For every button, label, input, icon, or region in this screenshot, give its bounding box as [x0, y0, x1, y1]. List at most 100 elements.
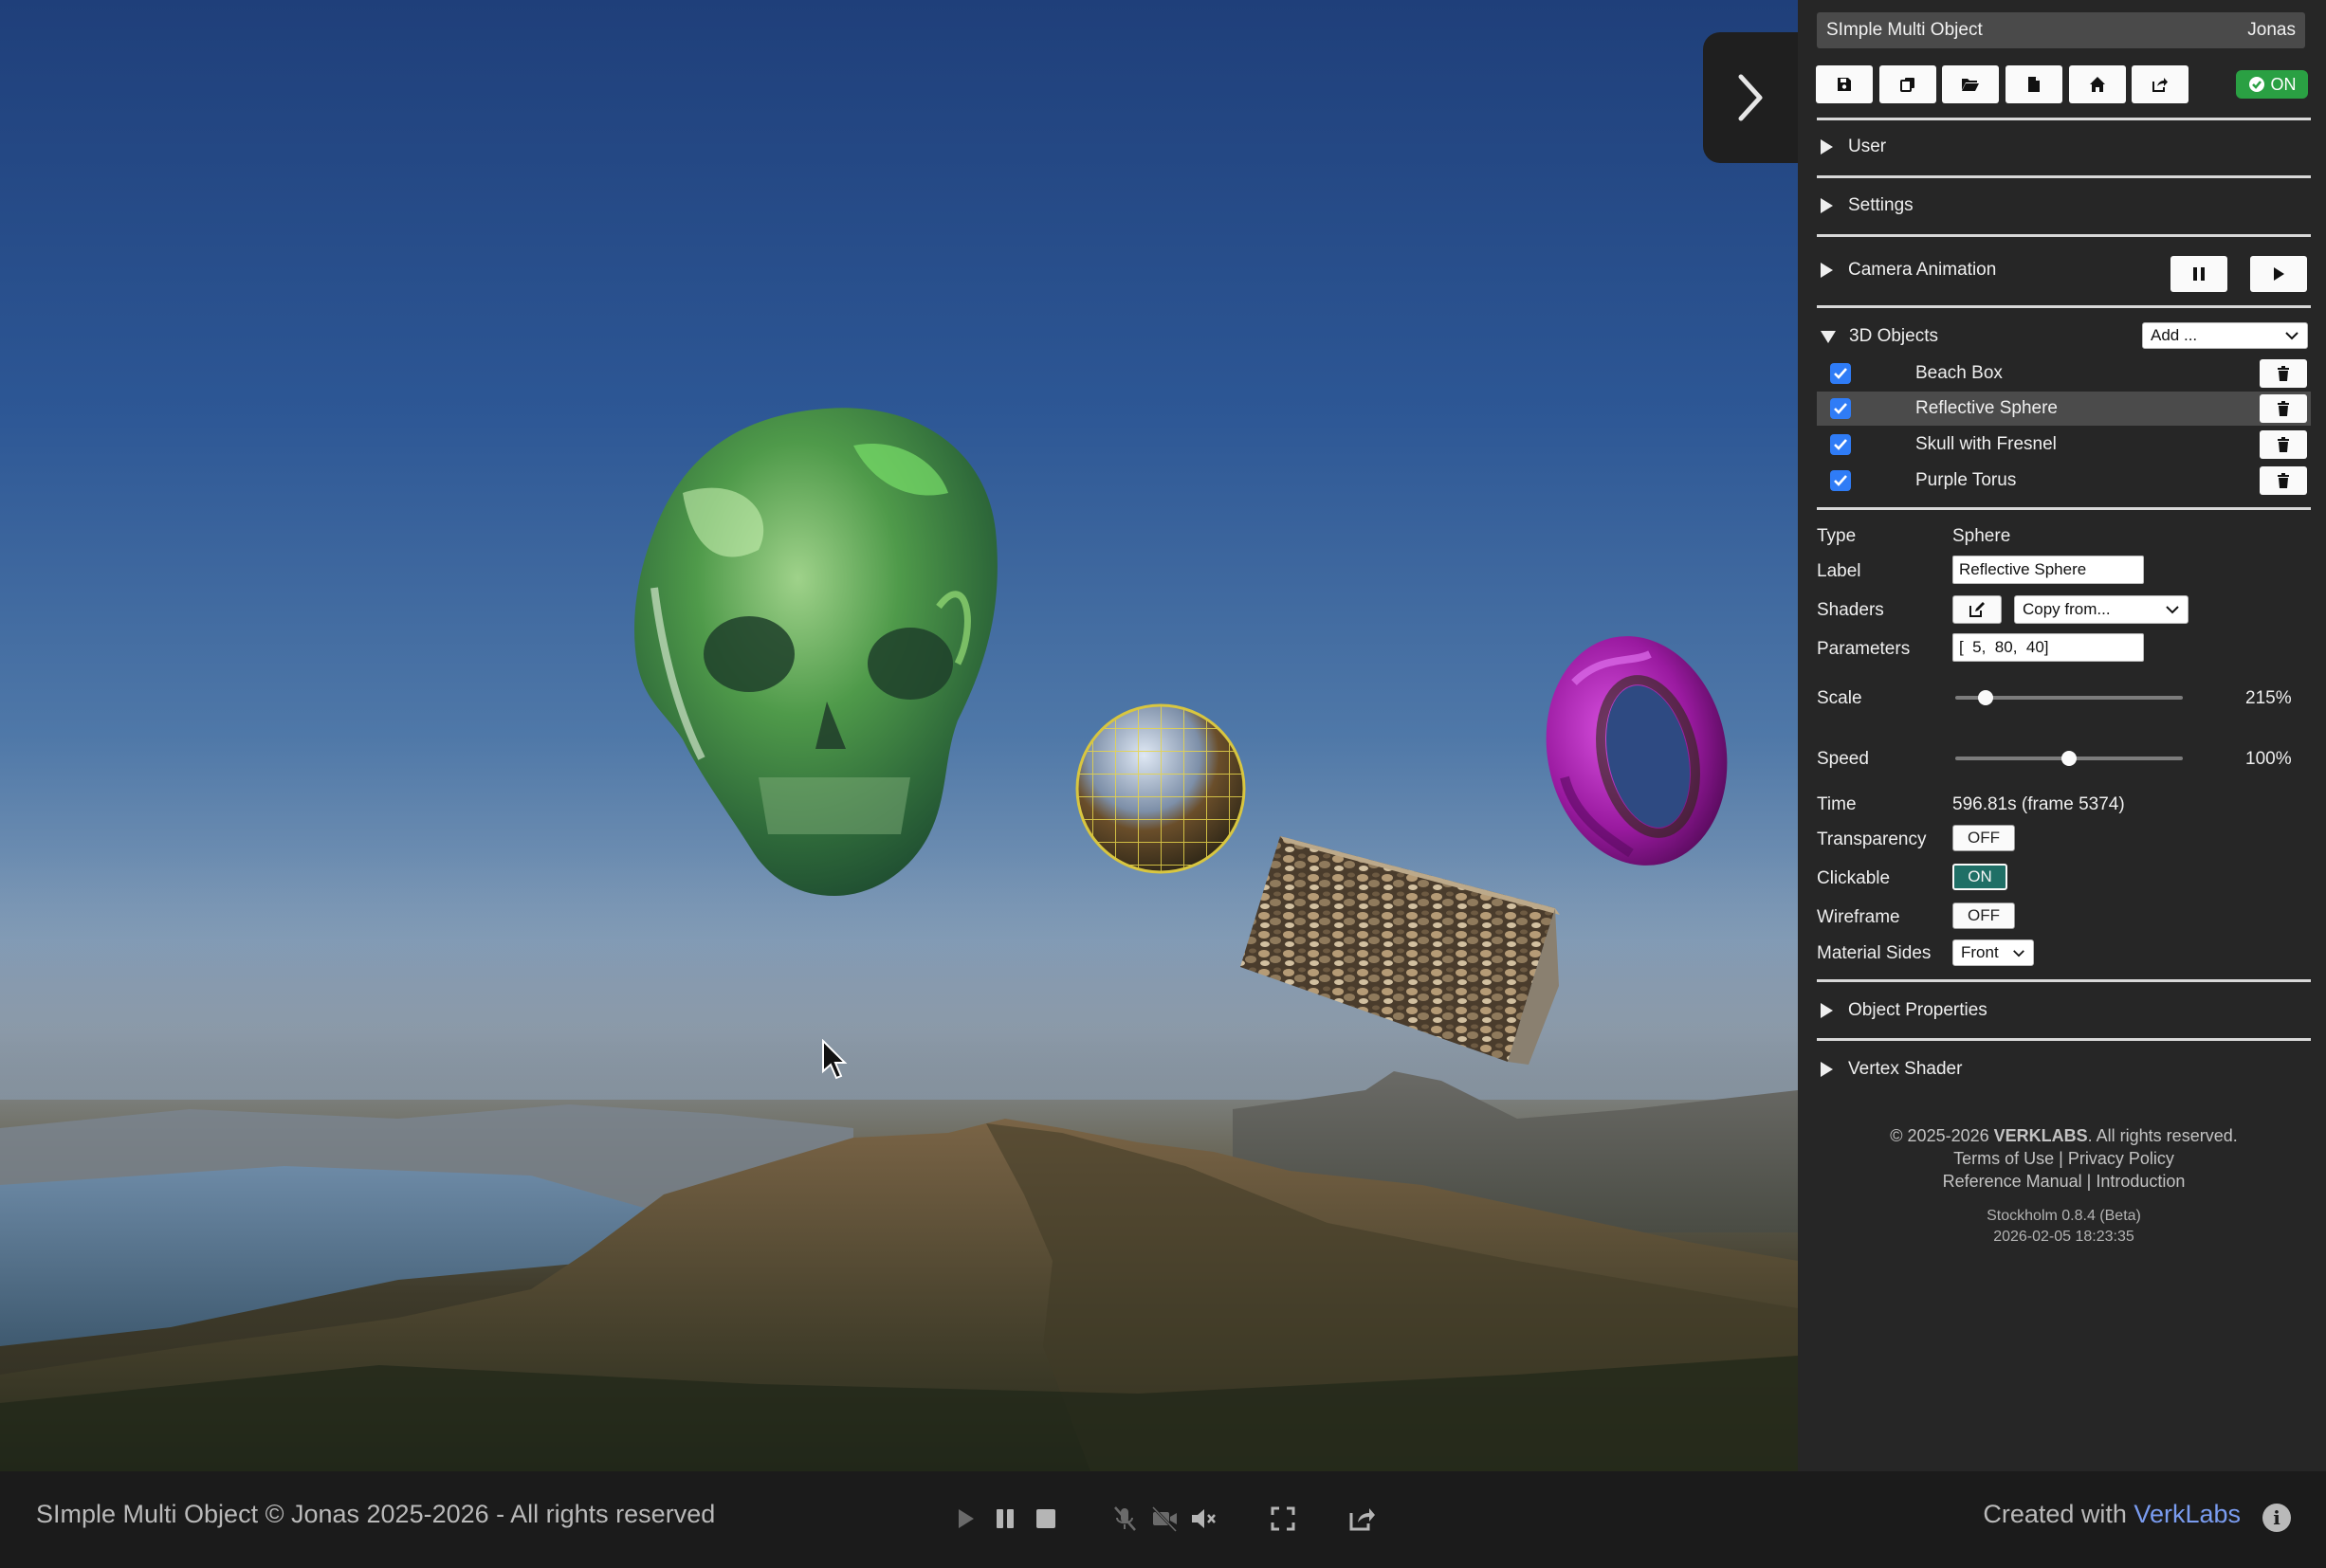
scale-value: 215%	[2245, 688, 2292, 708]
delete-object-button[interactable]	[2260, 466, 2307, 495]
speed-value: 100%	[2245, 749, 2292, 769]
panel-header: SImple Multi Object Jonas	[1817, 12, 2305, 48]
wireframe-toggle[interactable]: OFF	[1952, 903, 2015, 929]
home-icon	[2090, 77, 2105, 92]
mic-muted-icon[interactable]	[1109, 1504, 1140, 1534]
section-vertex-shader[interactable]: Vertex Shader	[1821, 1059, 1962, 1080]
check-circle-icon	[2248, 77, 2264, 92]
home-button[interactable]	[2069, 65, 2126, 103]
material-sides-label: Material Sides	[1817, 943, 1932, 963]
list-item[interactable]: Reflective Sphere	[1817, 392, 2311, 426]
skull-object[interactable]	[634, 408, 998, 897]
checkmark-icon	[1834, 439, 1847, 450]
created-prefix: Created with	[1983, 1500, 2134, 1528]
section-camera-animation[interactable]: Camera Animation	[1821, 260, 1996, 281]
list-item[interactable]: Beach Box	[1817, 356, 2311, 391]
volume-muted-icon[interactable]	[1188, 1504, 1218, 1534]
object-label: Beach Box	[1915, 363, 2003, 383]
parameters-input-value: [ 5, 80, 40]	[1959, 638, 2049, 656]
type-label: Type	[1817, 526, 1857, 546]
wireframe-toggle-text: OFF	[1968, 906, 2000, 924]
save-button[interactable]	[1816, 65, 1873, 103]
trash-icon	[2278, 366, 2289, 381]
created-with-credit: Created with VerkLabs	[1983, 1500, 2241, 1529]
speed-label: Speed	[1817, 749, 1869, 769]
share-icon	[2152, 78, 2168, 92]
3d-viewport[interactable]	[0, 0, 1798, 1471]
section-object-properties-label: Object Properties	[1848, 1000, 1987, 1020]
copy-from-select-value: Copy from...	[2023, 600, 2111, 618]
privacy-link[interactable]: Privacy Policy	[2068, 1149, 2174, 1168]
intro-link[interactable]: Introduction	[2096, 1172, 2185, 1191]
type-value: Sphere	[1952, 526, 2011, 546]
section-object-properties[interactable]: Object Properties	[1821, 1000, 1987, 1021]
scale-slider-knob[interactable]	[1978, 690, 1993, 705]
camera-play-button[interactable]	[2250, 256, 2307, 292]
play-icon[interactable]	[950, 1504, 980, 1534]
copy-button[interactable]	[1879, 65, 1936, 103]
delete-object-button[interactable]	[2260, 394, 2307, 423]
expand-triangle-icon	[1821, 139, 1833, 155]
section-3d-objects[interactable]: 3D Objects	[1821, 326, 1938, 347]
section-camera-animation-label: Camera Animation	[1848, 260, 1997, 280]
edit-shader-button[interactable]	[1952, 595, 2002, 624]
checkmark-icon	[1834, 475, 1847, 486]
camera-pause-button[interactable]	[2170, 256, 2227, 292]
copyright-suffix: . All rights reserved.	[2087, 1126, 2238, 1145]
list-item[interactable]: Purple Torus	[1817, 464, 2311, 498]
chevron-down-icon	[2166, 606, 2179, 614]
section-vertex-shader-label: Vertex Shader	[1848, 1059, 1963, 1079]
visibility-checkbox[interactable]	[1830, 398, 1851, 419]
new-file-icon	[2028, 77, 2040, 92]
clickable-toggle[interactable]: ON	[1952, 864, 2007, 890]
material-sides-value: Front	[1961, 943, 1999, 961]
parameters-input[interactable]: [ 5, 80, 40]	[1952, 633, 2144, 662]
list-item[interactable]: Skull with Fresnel	[1817, 428, 2311, 462]
copyright-brand: VERKLABS	[1993, 1126, 2088, 1145]
delete-object-button[interactable]	[2260, 430, 2307, 459]
share-button[interactable]	[2132, 65, 2189, 103]
stop-icon[interactable]	[1031, 1504, 1061, 1534]
label-label: Label	[1817, 561, 1861, 581]
scene-objects[interactable]	[0, 0, 1798, 1471]
divider	[1817, 175, 2311, 178]
copy-icon	[1900, 78, 1914, 92]
material-sides-select[interactable]: Front	[1952, 939, 2034, 966]
visibility-checkbox[interactable]	[1830, 363, 1851, 384]
speed-slider-knob[interactable]	[2061, 751, 2077, 766]
open-button[interactable]	[1942, 65, 1999, 103]
verklabs-link[interactable]: VerkLabs	[2134, 1500, 2241, 1528]
checkmark-icon	[1834, 403, 1847, 414]
pause-icon[interactable]	[990, 1504, 1020, 1534]
transparency-toggle[interactable]: OFF	[1952, 825, 2015, 851]
footer-title: SImple Multi Object © Jonas 2025-2026 - …	[36, 1500, 716, 1528]
visibility-checkbox[interactable]	[1830, 434, 1851, 455]
delete-object-button[interactable]	[2260, 359, 2307, 388]
section-3d-objects-label: 3D Objects	[1849, 326, 1938, 346]
manual-link[interactable]: Reference Manual	[1943, 1172, 2082, 1191]
section-user[interactable]: User	[1821, 137, 1886, 157]
fullscreen-icon[interactable]	[1268, 1504, 1298, 1534]
new-file-button[interactable]	[2005, 65, 2062, 103]
visibility-checkbox[interactable]	[1830, 470, 1851, 491]
status-badge[interactable]: ON	[2236, 70, 2308, 99]
collapse-panel-button[interactable]	[1703, 32, 1798, 163]
purple-torus-object[interactable]	[1526, 619, 1749, 883]
divider	[1817, 979, 2311, 982]
terms-link[interactable]: Terms of Use	[1953, 1149, 2054, 1168]
section-settings[interactable]: Settings	[1821, 195, 1914, 216]
status-text: ON	[2270, 74, 2297, 94]
editor-panel: SImple Multi Object Jonas	[1798, 0, 2326, 1471]
info-icon[interactable]: i	[2262, 1504, 2291, 1532]
share-icon[interactable]	[1346, 1504, 1377, 1534]
section-user-label: User	[1848, 137, 1887, 156]
object-label-input-value: Reflective Sphere	[1959, 560, 2087, 578]
scale-label: Scale	[1817, 688, 1862, 708]
camera-muted-icon[interactable]	[1149, 1504, 1180, 1534]
copy-from-select[interactable]: Copy from...	[2014, 595, 2189, 624]
object-label-input[interactable]: Reflective Sphere	[1952, 556, 2144, 584]
transparency-toggle-text: OFF	[1968, 829, 2000, 847]
beach-box-object[interactable]	[1240, 836, 1560, 1065]
reflective-sphere-object[interactable]	[1075, 703, 1246, 874]
add-object-select[interactable]: Add ...	[2142, 322, 2308, 349]
